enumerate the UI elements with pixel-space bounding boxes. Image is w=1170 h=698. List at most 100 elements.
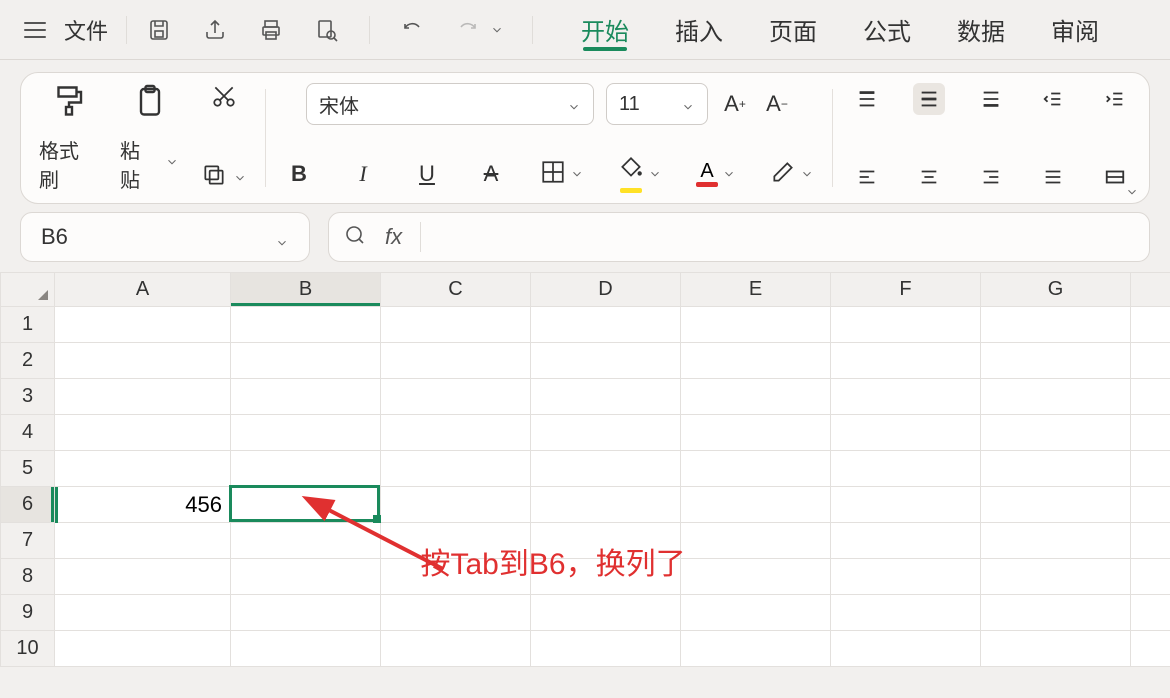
cell[interactable] [231,451,381,487]
cell[interactable] [1131,631,1170,667]
cell[interactable] [981,595,1131,631]
cell[interactable] [231,487,381,523]
tab-formula[interactable]: 公式 [863,0,911,59]
halign-center-button[interactable] [913,161,945,193]
select-all-corner[interactable] [1,273,55,307]
cell[interactable] [381,379,531,415]
cell[interactable] [681,487,831,523]
row-header[interactable]: 3 [1,379,55,415]
cell[interactable]: 456 [55,487,231,523]
cell[interactable] [681,595,831,631]
cell[interactable] [981,523,1131,559]
cell[interactable] [1131,487,1170,523]
cell[interactable] [831,487,981,523]
cell[interactable] [831,559,981,595]
cell[interactable] [981,379,1131,415]
tab-start[interactable]: 开始 [581,0,629,59]
cell[interactable] [381,451,531,487]
preview-icon[interactable] [313,16,341,44]
row-header[interactable]: 5 [1,451,55,487]
halign-right-button[interactable] [975,161,1007,193]
borders-button[interactable] [540,159,584,190]
cell[interactable] [831,379,981,415]
cell[interactable] [55,451,231,487]
cell[interactable] [531,307,681,343]
cell[interactable] [531,487,681,523]
cell[interactable] [681,343,831,379]
cell[interactable] [55,523,231,559]
cell[interactable] [681,451,831,487]
share-icon[interactable] [201,16,229,44]
cell[interactable] [1131,379,1170,415]
row-header[interactable]: 9 [1,595,55,631]
cell[interactable] [831,343,981,379]
cell[interactable] [681,307,831,343]
cell[interactable] [1131,415,1170,451]
cell[interactable] [55,559,231,595]
cell[interactable] [531,631,681,667]
cell[interactable] [681,631,831,667]
chevron-down-icon[interactable] [233,171,247,185]
save-icon[interactable] [145,16,173,44]
cell[interactable] [681,379,831,415]
paste-button[interactable]: 粘贴 [120,83,179,193]
format-painter-button[interactable]: 格式刷 [39,83,98,193]
cell[interactable] [231,595,381,631]
col-header[interactable]: D [531,273,681,307]
row-header[interactable]: 10 [1,631,55,667]
cell[interactable] [55,379,231,415]
col-header[interactable]: C [381,273,531,307]
cell[interactable] [531,379,681,415]
row-header[interactable]: 7 [1,523,55,559]
cell[interactable] [681,559,831,595]
cell[interactable] [531,451,681,487]
col-header[interactable]: E [681,273,831,307]
cell[interactable] [981,307,1131,343]
cell[interactable] [1131,307,1170,343]
name-box[interactable]: B6 [20,212,310,262]
cell[interactable] [231,379,381,415]
valign-bottom-button[interactable] [975,83,1007,115]
cell[interactable] [55,343,231,379]
cell[interactable] [1131,523,1170,559]
cell[interactable] [681,415,831,451]
valign-middle-button[interactable] [913,83,945,115]
fill-color-button[interactable] [618,155,662,193]
ribbon-collapse-icon[interactable] [1125,185,1139,199]
cell[interactable] [55,631,231,667]
sheet-table[interactable]: A B C D E F G H 12345645678910 [0,272,1170,667]
cell[interactable] [55,415,231,451]
cell[interactable] [1131,559,1170,595]
decrease-indent-button[interactable] [1037,83,1069,115]
cell[interactable] [831,307,981,343]
cell[interactable] [231,559,381,595]
cell[interactable] [381,595,531,631]
cell[interactable] [231,523,381,559]
cell[interactable] [55,595,231,631]
cell[interactable] [681,523,831,559]
cell[interactable] [831,631,981,667]
row-header[interactable]: 8 [1,559,55,595]
cell[interactable] [231,631,381,667]
redo-icon[interactable] [454,16,482,44]
halign-justify-button[interactable] [1037,161,1069,193]
cell[interactable] [381,631,531,667]
bold-button[interactable]: B [284,159,314,189]
cell[interactable] [831,595,981,631]
cell[interactable] [381,487,531,523]
chevron-down-icon[interactable] [490,23,504,37]
row-header[interactable]: 1 [1,307,55,343]
cell[interactable] [1131,595,1170,631]
cell[interactable] [981,343,1131,379]
copy-icon[interactable] [201,162,227,193]
undo-icon[interactable] [398,16,426,44]
tab-insert[interactable]: 插入 [675,0,723,59]
cell[interactable] [531,343,681,379]
cell[interactable] [231,343,381,379]
chevron-down-icon[interactable] [165,155,179,169]
strikethrough-button[interactable]: A [476,159,506,189]
cell[interactable] [1131,451,1170,487]
row-header[interactable]: 2 [1,343,55,379]
font-color-button[interactable]: A [696,162,736,187]
menu-icon[interactable] [24,22,46,38]
